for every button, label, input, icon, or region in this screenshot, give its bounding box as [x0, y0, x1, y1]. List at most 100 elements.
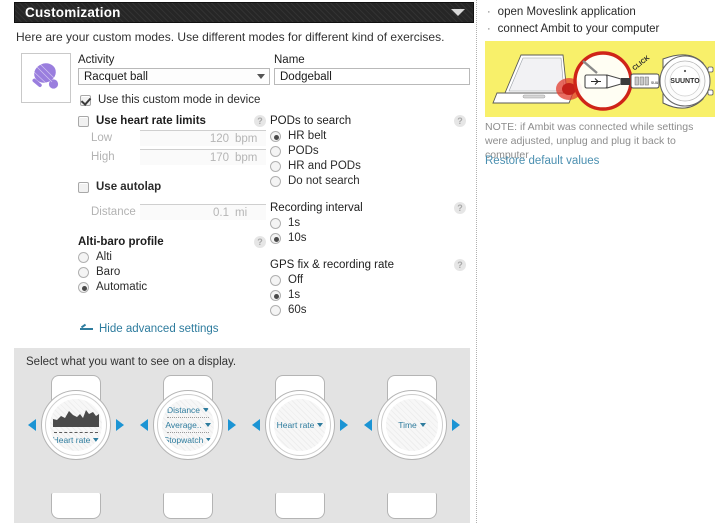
chevron-down-icon[interactable] [451, 9, 465, 16]
radio-interval-10s[interactable]: 10s [270, 232, 466, 244]
watch2-field-stopwatch[interactable]: Stopwatch [164, 435, 213, 445]
radio-icon[interactable] [270, 217, 281, 229]
heart-rate-limits-row[interactable]: Use heart rate limits ? [78, 115, 266, 127]
radio-do-not-search[interactable]: Do not search [270, 175, 466, 187]
arrow-left-icon[interactable] [140, 419, 148, 431]
use-custom-mode-label: Use this custom mode in device [98, 94, 261, 106]
radio-icon[interactable] [270, 130, 281, 142]
radio-icon[interactable] [78, 251, 89, 263]
radio-icon[interactable] [78, 281, 89, 293]
help-sidebar: · open Moveslink application · connect A… [484, 0, 719, 523]
radio-gps-1s[interactable]: 1s [270, 289, 466, 301]
arrow-right-icon[interactable] [340, 419, 348, 431]
watch-display-1[interactable]: Heart rate [20, 374, 132, 520]
list-item-label: open Moveslink application [497, 6, 636, 18]
name-input[interactable]: Dodgeball [274, 68, 470, 85]
heart-rate-limits-label: Use heart rate limits [96, 115, 206, 127]
instruction-list: · open Moveslink application · connect A… [484, 4, 716, 38]
radio-alti[interactable]: Alti [78, 251, 266, 263]
watch4-field-time[interactable]: Time [398, 420, 426, 430]
arrow-left-icon[interactable] [28, 419, 36, 431]
radio-hr-and-pods[interactable]: HR and PODs [270, 160, 466, 172]
left-options-column: Use heart rate limits ? Low 120 bpm High… [78, 115, 266, 293]
radio-label: Baro [96, 266, 121, 278]
hr-high-unit: bpm [235, 151, 258, 164]
field-separator [167, 432, 209, 433]
watch2-field-average[interactable]: Average.. [165, 420, 211, 430]
heart-rate-graph-icon [53, 405, 99, 431]
help-icon[interactable]: ? [454, 202, 466, 214]
radio-gps-60s[interactable]: 60s [270, 304, 466, 316]
watch-display-2[interactable]: Distance Average.. Stopwatch [132, 374, 244, 520]
autolap-checkbox-row[interactable]: Use autolap [78, 181, 266, 193]
hide-advanced-settings-label: Hide advanced settings [99, 323, 219, 335]
watch-face: Time [386, 399, 438, 451]
activity-select[interactable]: Racquet ball [78, 68, 270, 85]
checkbox-icon[interactable] [78, 181, 89, 193]
help-icon[interactable]: ? [254, 115, 266, 127]
arrow-right-icon[interactable] [116, 419, 124, 431]
watch-display-list: Heart rate Distance Average.. Stopwatch … [20, 374, 470, 520]
hr-low-row: Low 120 bpm [78, 130, 266, 146]
help-icon[interactable]: ? [254, 236, 266, 248]
radio-gps-off[interactable]: Off [270, 274, 466, 286]
pods-title-row: PODs to search ? [270, 115, 466, 127]
radio-icon[interactable] [270, 304, 281, 316]
watch2-field-distance[interactable]: Distance [167, 405, 210, 415]
hr-high-field: 170 bpm [140, 149, 266, 165]
pods-title: PODs to search [270, 115, 352, 127]
section-header[interactable]: Customization [14, 2, 474, 23]
watch-face: Heart rate [50, 399, 102, 451]
help-icon[interactable]: ? [454, 259, 466, 271]
watch1-field-heart-rate[interactable]: Heart rate [53, 435, 100, 445]
activity-label: Activity [78, 54, 115, 66]
field-label: Heart rate [276, 420, 315, 430]
arrow-left-icon[interactable] [252, 419, 260, 431]
field-separator [167, 417, 209, 418]
help-icon[interactable]: ? [454, 115, 466, 127]
hr-low-field: 120 bpm [140, 130, 266, 146]
customization-panel: Customization Here are your custom modes… [0, 0, 476, 523]
restore-default-values-link[interactable]: Restore default values [485, 155, 599, 167]
radio-label: 60s [288, 304, 307, 316]
intro-text: Here are your custom modes. Use differen… [16, 30, 445, 44]
watch-strap-bottom [387, 493, 437, 519]
connection-illustration: suunto CLICK SUUNTO [485, 41, 715, 117]
radio-icon[interactable] [270, 289, 281, 301]
right-options-column: PODs to search ? HR belt PODs HR and POD… [270, 115, 466, 316]
radio-icon[interactable] [270, 160, 281, 172]
heart-rate-limits-checkbox-row[interactable]: Use heart rate limits [78, 115, 206, 127]
radio-icon[interactable] [78, 266, 89, 278]
radio-baro[interactable]: Baro [78, 266, 266, 278]
field-label: Heart rate [52, 435, 91, 445]
radio-label: 1s [288, 217, 301, 229]
watch-face: Heart rate [274, 399, 326, 451]
field-label: Time [398, 420, 417, 430]
checkbox-icon[interactable] [80, 94, 91, 106]
arrow-left-icon[interactable] [364, 419, 372, 431]
laptop-usb-watch-diagram: suunto CLICK SUUNTO [492, 51, 714, 111]
arrow-right-icon[interactable] [228, 419, 236, 431]
radio-pods[interactable]: PODs [270, 145, 466, 157]
list-item-label: connect Ambit to your computer [497, 23, 660, 35]
radio-icon[interactable] [270, 232, 281, 244]
watch-strap-bottom [163, 493, 213, 519]
arrow-right-icon[interactable] [452, 419, 460, 431]
watch-face: Distance Average.. Stopwatch [162, 399, 214, 451]
hr-high-value: 170 [209, 151, 229, 164]
radio-icon[interactable] [270, 175, 281, 187]
checkbox-icon[interactable] [78, 115, 89, 127]
watch-display-4[interactable]: Time [356, 374, 468, 520]
radio-icon[interactable] [270, 145, 281, 157]
use-custom-mode-checkbox-row[interactable]: Use this custom mode in device [80, 94, 260, 106]
watch3-field-heart-rate[interactable]: Heart rate [277, 420, 324, 430]
watch-strap-bottom [275, 493, 325, 519]
watch-display-3[interactable]: Heart rate [244, 374, 356, 520]
radio-interval-1s[interactable]: 1s [270, 217, 466, 229]
radio-icon[interactable] [270, 274, 281, 286]
activity-icon [21, 53, 71, 103]
radio-automatic[interactable]: Automatic [78, 281, 266, 293]
radio-label: 1s [288, 289, 301, 301]
hide-advanced-settings-link[interactable]: Hide advanced settings [80, 323, 219, 335]
radio-hr-belt[interactable]: HR belt [270, 130, 466, 142]
